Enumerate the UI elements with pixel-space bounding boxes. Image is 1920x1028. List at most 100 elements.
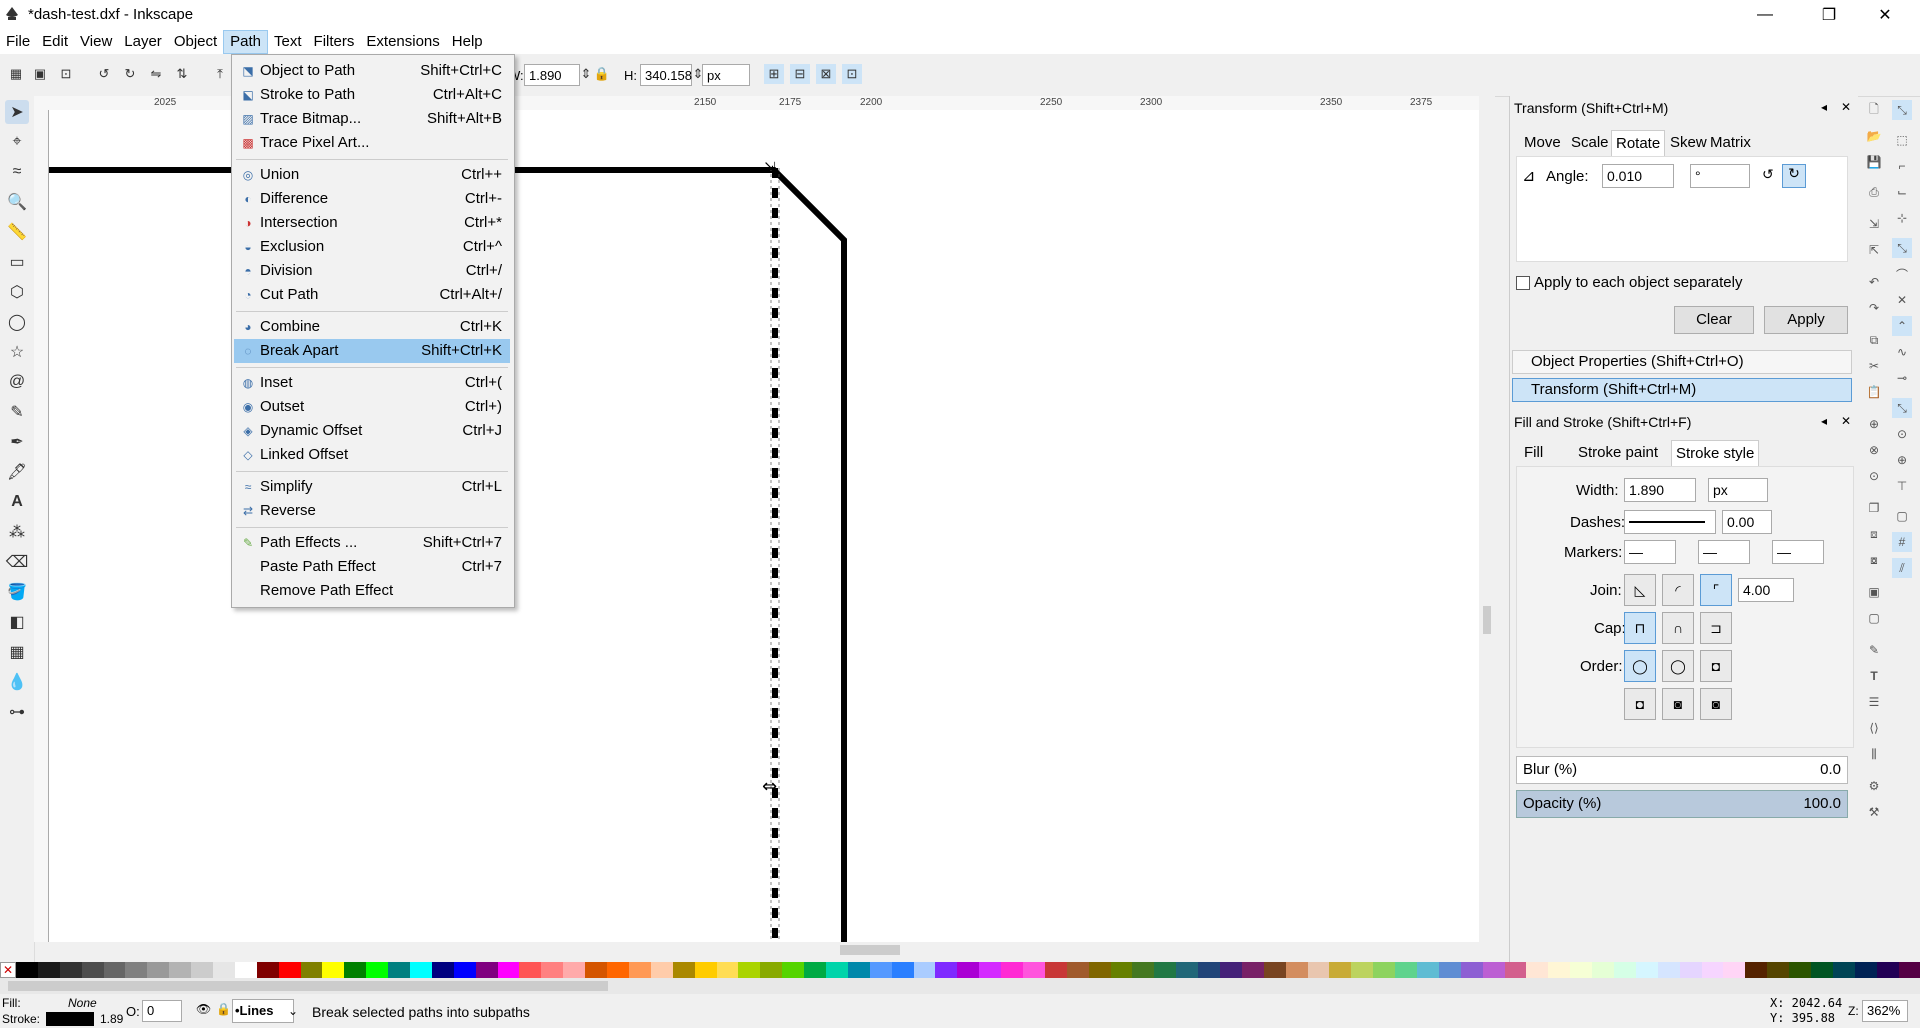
menu-trace-bitmap[interactable]: ▨ Trace Bitmap... Shift+Alt+B	[234, 107, 510, 131]
color-swatch[interactable]	[300, 962, 323, 978]
cap-butt-icon[interactable]: ⊓	[1624, 612, 1656, 644]
stroke-indicator[interactable]	[46, 1012, 94, 1026]
vertical-scrollbar[interactable]	[1479, 96, 1495, 942]
align-distribute-icon[interactable]: ⫼	[1864, 744, 1884, 764]
rotate-ccw-icon[interactable]: ↺	[1762, 166, 1774, 183]
color-swatch[interactable]	[366, 962, 389, 978]
tab-stroke-paint[interactable]: Stroke paint	[1574, 440, 1662, 466]
clone-icon[interactable]: ⧈	[1864, 524, 1884, 544]
color-swatch[interactable]	[1460, 962, 1483, 978]
color-swatch[interactable]	[1438, 962, 1461, 978]
order-fill-markers-stroke-icon[interactable]: ◘	[1700, 650, 1732, 682]
menu-trace-pixel-art[interactable]: ▩ Trace Pixel Art...	[234, 131, 510, 155]
no-paint-swatch-icon[interactable]: ✕	[0, 962, 16, 978]
paint-bucket-tool-icon[interactable]: 🪣	[5, 580, 29, 604]
color-swatch[interactable]	[519, 962, 542, 978]
object-properties-dock[interactable]: Object Properties (Shift+Ctrl+O)	[1512, 350, 1852, 374]
selector-tool-icon[interactable]: ➤	[5, 100, 29, 124]
open-document-icon[interactable]: 📂	[1864, 126, 1884, 146]
snap-cusp-nodes-icon[interactable]: ⌃	[1892, 316, 1912, 336]
color-swatch[interactable]	[1176, 962, 1199, 978]
transform-gradients-icon[interactable]: ⊠	[816, 64, 836, 84]
text-font-icon[interactable]: T	[1864, 666, 1884, 686]
eraser-tool-icon[interactable]: ⌫	[5, 550, 29, 574]
dash-offset-input[interactable]: 0.00	[1722, 510, 1772, 534]
color-swatch[interactable]	[1570, 962, 1593, 978]
zoom-page-icon[interactable]: ⊙	[1864, 466, 1884, 486]
color-swatch[interactable]	[1701, 962, 1724, 978]
width-input[interactable]: 1.890	[524, 64, 580, 86]
snap-intersections-icon[interactable]: ✕	[1892, 290, 1912, 310]
order-stroke-fill-markers-icon[interactable]: ◯	[1662, 650, 1694, 682]
rotate-ccw-icon[interactable]: ↺	[94, 64, 114, 84]
menu-stroke-to-path[interactable]: ⬕ Stroke to Path Ctrl+Alt+C	[234, 83, 510, 107]
new-document-icon[interactable]: 🗋	[1864, 100, 1884, 120]
measure-tool-icon[interactable]: 📏	[5, 220, 29, 244]
text-tool-icon[interactable]: A	[5, 490, 29, 514]
color-swatch[interactable]	[453, 962, 476, 978]
spiral-tool-icon[interactable]: @	[5, 370, 29, 394]
snap-enable-icon[interactable]: ⤡	[1892, 100, 1912, 120]
color-swatch[interactable]	[1088, 962, 1111, 978]
color-swatch[interactable]	[607, 962, 629, 978]
menu-break-apart[interactable]: ◌ Break Apart Shift+Ctrl+K	[234, 339, 510, 363]
color-swatch[interactable]	[869, 962, 892, 978]
color-swatch[interactable]	[234, 962, 257, 978]
scale-corners-icon[interactable]: ⊟	[790, 64, 810, 84]
color-swatch[interactable]	[1132, 962, 1155, 978]
deselect-icon[interactable]: ⊡	[56, 64, 76, 84]
menu-combine[interactable]: ◕ Combine Ctrl+K	[234, 315, 510, 339]
color-swatch[interactable]	[1044, 962, 1067, 978]
color-swatch[interactable]	[1679, 962, 1702, 978]
opacity-slider[interactable]: Opacity (%) 100.0	[1516, 790, 1848, 818]
transform-dock-tab[interactable]: Transform (Shift+Ctrl+M)	[1512, 378, 1852, 402]
order-markers-stroke-fill-icon[interactable]: ◙	[1700, 688, 1732, 720]
snap-text-baseline-icon[interactable]: ⊤	[1892, 476, 1912, 496]
dash-pattern-select[interactable]	[1624, 510, 1716, 534]
color-swatch[interactable]	[1548, 962, 1571, 978]
rotate-cw-icon[interactable]: ↻	[1782, 164, 1806, 188]
scale-handle-middle-icon[interactable]: ⇔	[762, 776, 777, 797]
color-swatch[interactable]	[1417, 962, 1439, 978]
vertical-scroll-thumb[interactable]	[1483, 606, 1491, 634]
order-markers-fill-stroke-icon[interactable]: ◘	[1624, 688, 1656, 720]
color-swatch[interactable]	[125, 962, 148, 978]
dialog-close-icon[interactable]: ✕	[1841, 414, 1851, 428]
fill-indicator[interactable]: None	[68, 996, 97, 1010]
menu-dynamic-offset[interactable]: ◈ Dynamic Offset Ctrl+J	[234, 419, 510, 443]
color-palette[interactable]: ✕	[0, 962, 1920, 978]
dialog-float-icon[interactable]: ◂	[1821, 414, 1827, 428]
color-swatch[interactable]	[1723, 962, 1746, 978]
menu-remove-path-effect[interactable]: Remove Path Effect	[234, 579, 510, 603]
redo-icon[interactable]: ↷	[1864, 298, 1884, 318]
tweak-tool-icon[interactable]: ≈	[5, 160, 29, 184]
color-swatch[interactable]	[1876, 962, 1899, 978]
stroke-width-value[interactable]: 1.89	[100, 1012, 123, 1026]
snap-smooth-nodes-icon[interactable]: ∿	[1892, 342, 1912, 362]
color-swatch[interactable]	[344, 962, 367, 978]
height-input[interactable]: 340.158	[640, 64, 692, 86]
color-swatch[interactable]	[1307, 962, 1330, 978]
order-fill-stroke-markers-icon[interactable]: ◯	[1624, 650, 1656, 682]
menu-intersection[interactable]: ◑ Intersection Ctrl+*	[234, 211, 510, 235]
tab-stroke-style[interactable]: Stroke style	[1671, 440, 1760, 467]
paste-icon[interactable]: 📋	[1864, 382, 1884, 402]
minimize-button[interactable]: —	[1742, 0, 1788, 30]
color-swatch[interactable]	[1329, 962, 1352, 978]
node-tool-icon[interactable]: ⌖	[5, 130, 29, 154]
lock-icon[interactable]: 🔒	[592, 64, 612, 84]
transform-patterns-icon[interactable]: ⊡	[842, 64, 862, 84]
connector-tool-icon[interactable]: ⊶	[5, 700, 29, 724]
color-swatch[interactable]	[1154, 962, 1177, 978]
width-spinner-icon[interactable]: ⇕	[580, 64, 592, 84]
snap-bbox-edges-icon[interactable]: ⌐	[1892, 156, 1912, 176]
menu-paste-path-effect[interactable]: Paste Path Effect Ctrl+7	[234, 555, 510, 579]
clear-button[interactable]: Clear	[1674, 306, 1754, 334]
layer-select-chevron-icon[interactable]: ⌄	[288, 999, 304, 1023]
color-swatch[interactable]	[256, 962, 279, 978]
horizontal-scroll-thumb[interactable]	[840, 945, 900, 955]
ungroup-icon[interactable]: ▢	[1864, 608, 1884, 628]
dialog-float-icon[interactable]: ◂	[1821, 100, 1827, 114]
color-swatch[interactable]	[1001, 962, 1023, 978]
menu-extensions[interactable]: Extensions	[360, 30, 445, 54]
